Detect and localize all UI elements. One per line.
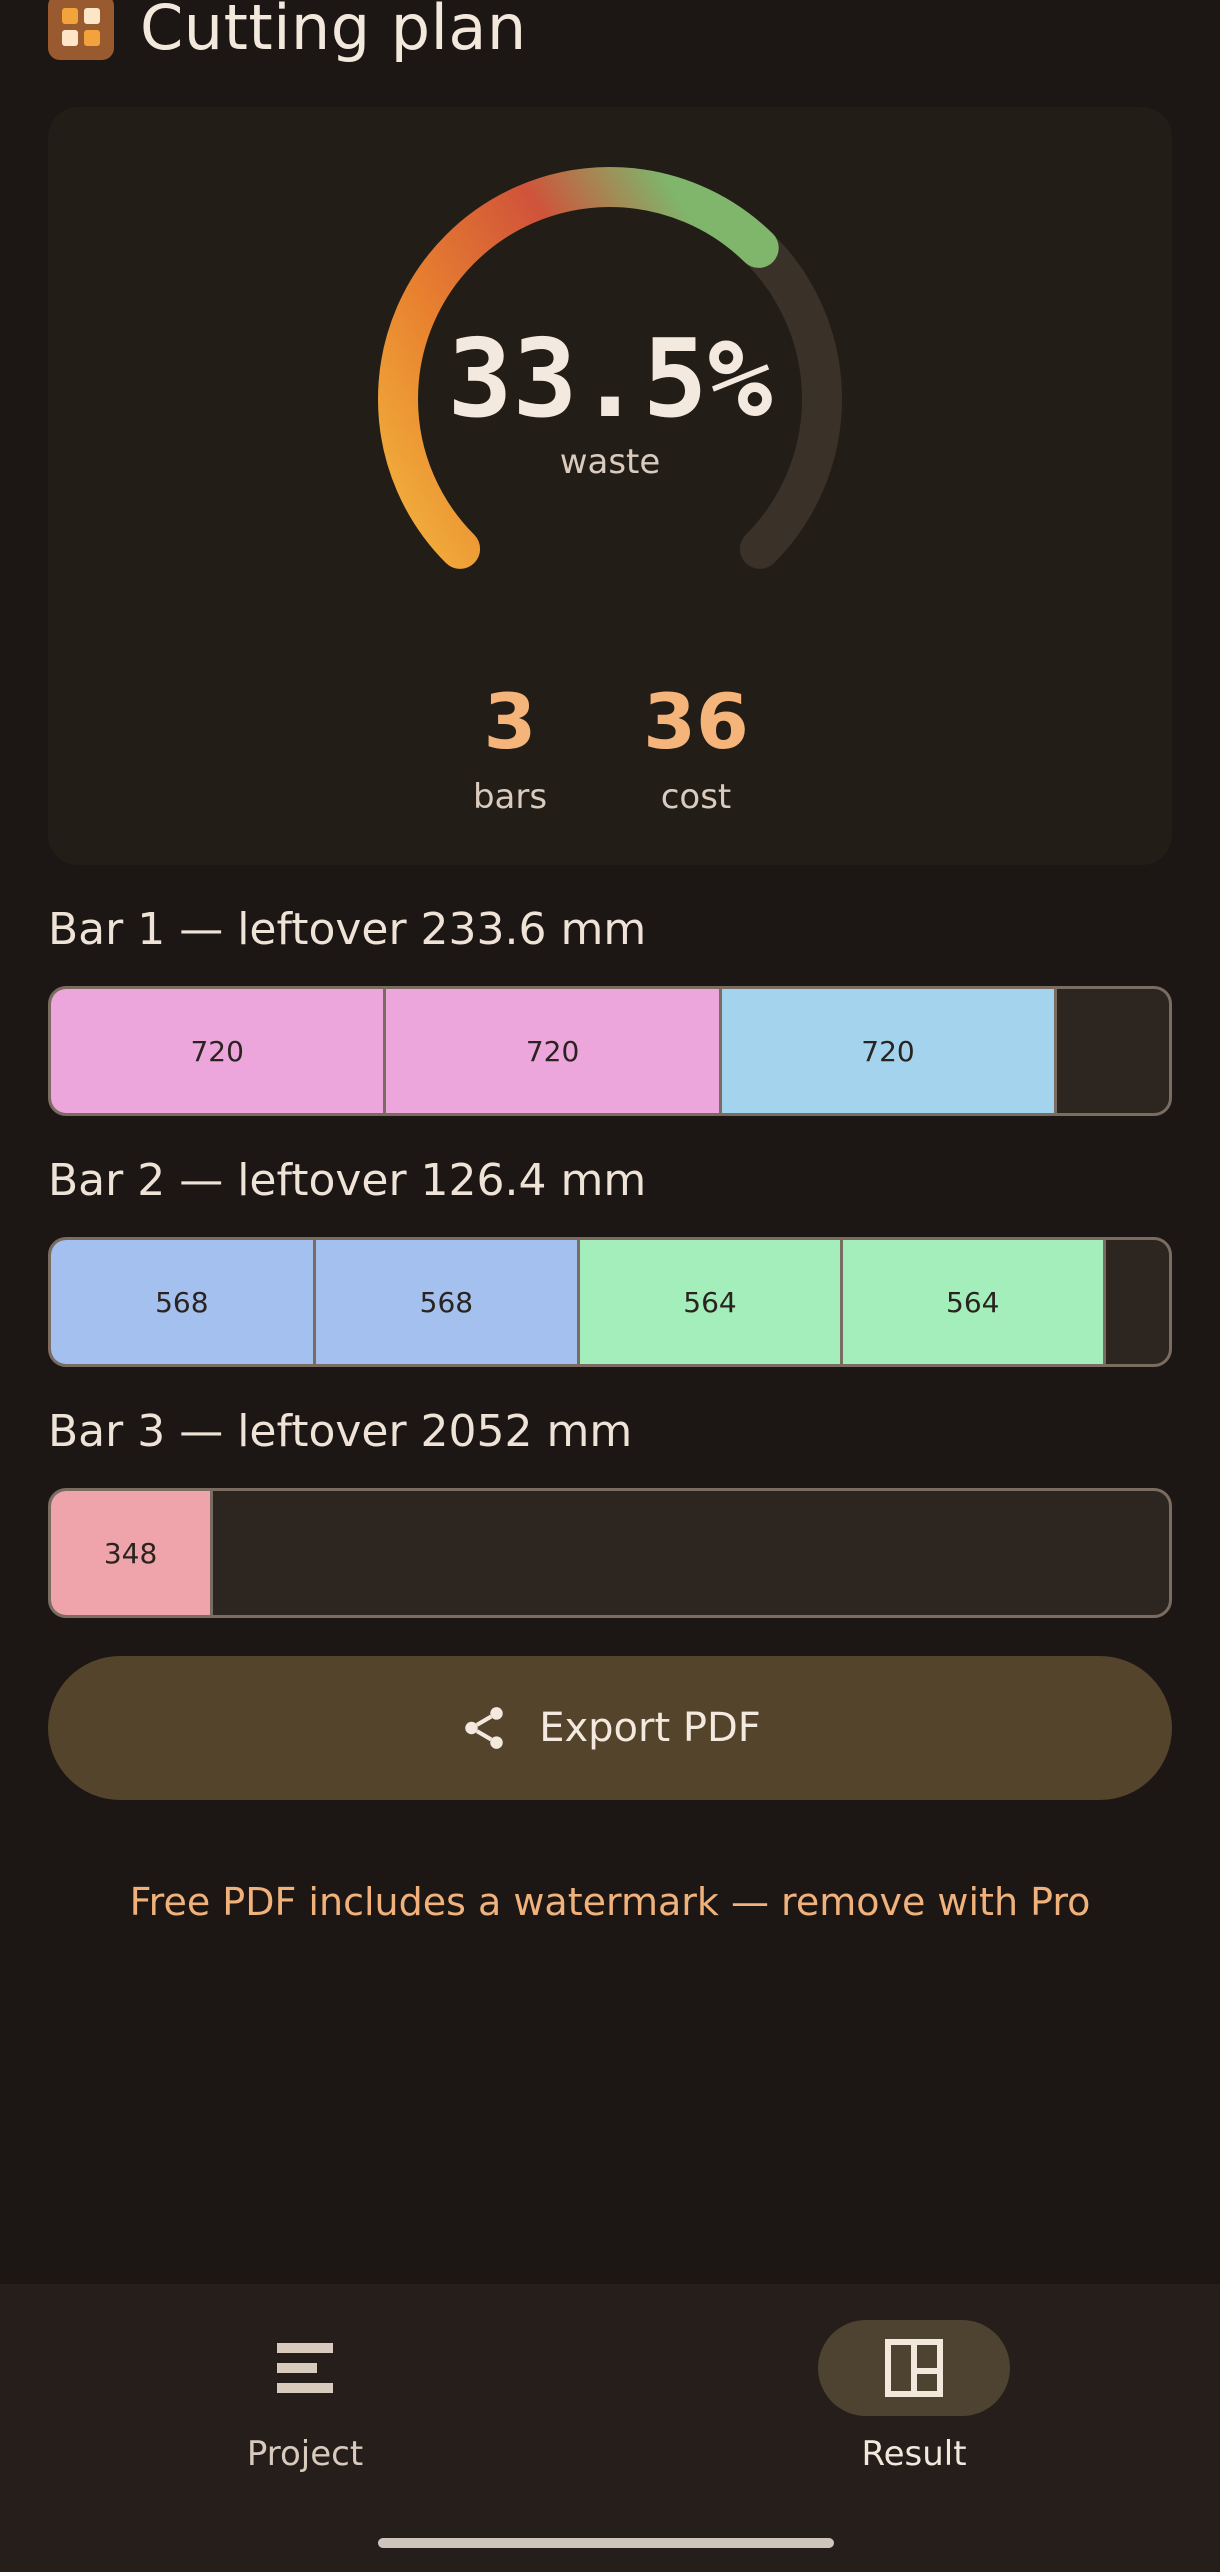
grid-app-icon	[48, 0, 114, 60]
bar-segment: 568	[51, 1240, 316, 1364]
layout-grid-icon	[885, 2339, 943, 2397]
app-header: Cutting plan	[48, 0, 527, 64]
waste-label: waste	[559, 442, 661, 482]
nav-pill-project	[209, 2320, 401, 2416]
bar-segment: 568	[315, 1240, 581, 1364]
nav-pill-result	[818, 2320, 1010, 2416]
export-pdf-button[interactable]: Export PDF	[48, 1656, 1172, 1800]
bar-2-diagram: 568 568 564 564	[48, 1237, 1172, 1367]
list-icon	[277, 2343, 333, 2393]
share-icon	[465, 1707, 503, 1749]
summary-stats: 3 bars 36 cost	[48, 677, 1172, 827]
bar-segment: 564	[842, 1240, 1106, 1364]
watermark-note: Free PDF includes a watermark — remove w…	[129, 1880, 1091, 1924]
page-title: Cutting plan	[140, 0, 527, 64]
bar-3-diagram: 348	[48, 1488, 1172, 1618]
bars-stat: 3 bars	[430, 677, 590, 817]
bar-segment: 720	[51, 989, 387, 1113]
nav-label-project: Project	[246, 2434, 364, 2474]
bar-3-title: Bar 3 — leftover 2052 mm	[48, 1406, 633, 1457]
bottom-navigation: Project Result	[0, 2284, 1220, 2572]
cost-stat: 36 cost	[616, 677, 776, 817]
bar-segment: 720	[721, 989, 1058, 1113]
bar-2-title: Bar 2 — leftover 126.4 mm	[48, 1155, 647, 1206]
waste-percent-value: 33.5%	[447, 317, 773, 442]
nav-item-result[interactable]: Result	[764, 2320, 1064, 2474]
bar-1-title: Bar 1 — leftover 233.6 mm	[48, 904, 647, 955]
home-indicator	[378, 2538, 834, 2548]
bars-label: bars	[472, 777, 548, 817]
cost-value: 36	[643, 677, 749, 766]
export-pdf-label: Export PDF	[539, 1705, 761, 1751]
nav-label-result: Result	[861, 2434, 967, 2474]
bar-segment: 720	[386, 989, 722, 1113]
cost-label: cost	[660, 777, 732, 817]
bars-count: 3	[483, 677, 537, 766]
nav-item-project[interactable]: Project	[155, 2320, 455, 2474]
bar-segment: 564	[580, 1240, 843, 1364]
summary-card: 33.5% waste 3 bars 36 cost	[48, 107, 1172, 865]
bar-1-diagram: 720 720 720	[48, 986, 1172, 1116]
bar-segment: 348	[51, 1491, 214, 1615]
